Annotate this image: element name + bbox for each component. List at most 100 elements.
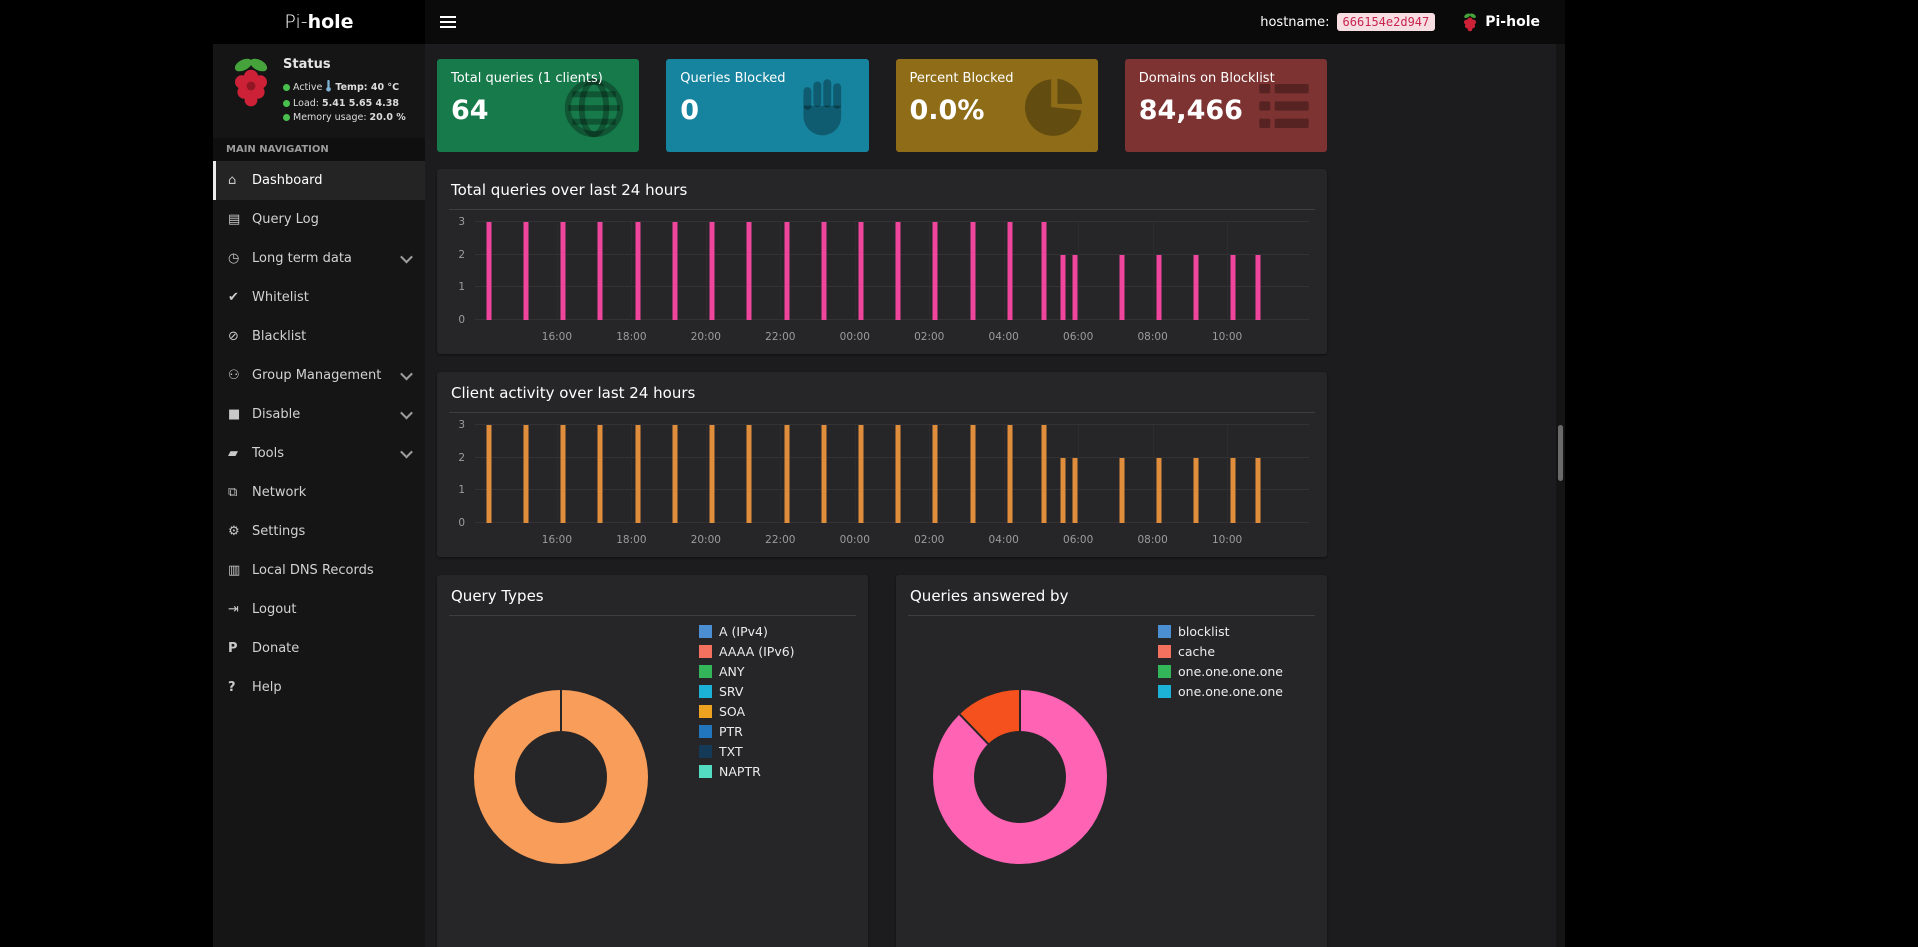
donut-hole [515,731,607,823]
query-bar [486,222,491,320]
sidebar-item-label: Dashboard [252,173,323,188]
hostname-label: hostname: [1260,15,1329,30]
panel-total-queries: Total queries over last 24 hours 0123 16… [437,169,1327,354]
status-load-label: Load: [293,98,319,109]
sidebar-item-blacklist[interactable]: ⊘Blacklist [213,317,425,356]
chevron-down-icon [400,446,413,459]
legend-item-any[interactable]: ANY [699,664,795,679]
chart-legend: A (IPv4) AAAA (IPv6) ANY SRV SOA PTR TXT NAPTR [699,624,795,784]
status-ok-icon [283,100,290,107]
sidebar-item-label: Query Log [252,212,319,227]
y-tick-label: 1 [458,281,465,293]
legend-swatch [699,705,712,718]
gridline [1078,425,1079,523]
legend-item-ptr[interactable]: PTR [699,724,795,739]
status-ok-icon [283,84,290,91]
query-bar [784,425,789,523]
sidebar-item-disable[interactable]: ■Disable [213,395,425,434]
sidebar-item-logout[interactable]: ⇥Logout [213,590,425,629]
gridline [706,425,707,523]
y-axis: 0123 [449,222,470,320]
query-bar [672,425,677,523]
sidebar-item-tools[interactable]: ▰Tools [213,434,425,473]
stat-card-total-queries-1-clients[interactable]: Total queries (1 clients)64 [437,59,639,152]
chevron-down-icon [400,251,413,264]
x-tick-label: 18:00 [616,331,646,343]
query-bar [1231,458,1236,523]
sidebar-item-donate[interactable]: PDonate [213,629,425,668]
legend-item-a-ipv4[interactable]: A (IPv4) [699,624,795,639]
sidebar-item-query-log[interactable]: ▤Query Log [213,200,425,239]
x-tick-label: 22:00 [765,331,795,343]
status-panel: Status Active Temp: 40 °C Load: 5.41 5.6… [213,44,425,138]
sidebar-item-label: Local DNS Records [252,563,374,578]
query-bar [523,222,528,320]
legend-item-txt[interactable]: TXT [699,744,795,759]
legend-item-blocklist[interactable]: blocklist [1158,624,1283,639]
check-circle-icon: ✔ [228,290,252,305]
query-bar [1073,255,1078,320]
scrollbar-thumb[interactable] [1558,425,1563,481]
sidebar-item-network[interactable]: ⧉Network [213,473,425,512]
legend-item-aaaa-ipv6[interactable]: AAAA (IPv6) [699,644,795,659]
legend-item-one-one-one-one[interactable]: one.one.one.one [1158,664,1283,679]
sidebar-item-help[interactable]: ?Help [213,668,425,707]
summary-cards: Total queries (1 clients)64 Queries Block… [437,59,1327,152]
sidebar-item-dashboard[interactable]: ⌂Dashboard [213,161,425,200]
y-tick-label: 1 [458,484,465,496]
sidebar-item-label: Logout [252,602,297,617]
legend-item-soa[interactable]: SOA [699,704,795,719]
answered-by-chart: blocklist cache one.one.one.one one.one.one… [908,624,1315,947]
thermometer-icon [325,79,332,95]
x-tick-label: 20:00 [691,534,721,546]
top-navbar: Pi-hole hostname: 666154e2d947 [213,0,1565,44]
x-axis: 16:0018:0020:0022:0000:0002:0004:0006:00… [475,529,1309,547]
gridline [929,425,930,523]
sidebar-item-group-management[interactable]: ⚇Group Management [213,356,425,395]
panel-title: Client activity over last 24 hours [449,382,1315,413]
sidebar-item-settings[interactable]: ⚙Settings [213,512,425,551]
legend-item-naptr[interactable]: NAPTR [699,764,795,779]
sidebar-item-long-term-data[interactable]: ◷Long term data [213,239,425,278]
card-value: 64 [451,95,625,126]
stat-card-percent-blocked[interactable]: Percent Blocked0.0% [896,59,1098,152]
sidebar-item-local-dns-records[interactable]: ▥Local DNS Records [213,551,425,590]
navbar-right: hostname: 666154e2d947 Pi-hole [1260,12,1565,33]
total-queries-chart: 0123 16:0018:0020:0022:0000:0002:0004:00… [449,216,1315,344]
query-bar [1194,458,1199,523]
sidebar-item-label: Disable [252,407,300,422]
legend-swatch [699,685,712,698]
plot-area [475,222,1309,320]
legend-label: ANY [719,664,745,679]
brand-logo[interactable]: Pi-hole [213,0,425,44]
stat-card-queries-blocked[interactable]: Queries Blocked0 [666,59,868,152]
legend-item-one-one-one-one[interactable]: one.one.one.one [1158,684,1283,699]
status-title: Status [283,57,415,72]
stat-card-domains-on-blocklist[interactable]: Domains on Blocklist84,466 [1125,59,1327,152]
x-tick-label: 08:00 [1137,331,1167,343]
panel-client-activity: Client activity over last 24 hours 0123 … [437,372,1327,557]
sidebar-item-whitelist[interactable]: ✔Whitelist [213,278,425,317]
legend-swatch [1158,665,1171,678]
vertical-scrollbar[interactable] [1556,44,1565,947]
query-bar [1256,255,1261,320]
question-icon: ? [228,680,252,695]
legend-item-srv[interactable]: SRV [699,684,795,699]
query-bar [784,222,789,320]
card-value: 0.0% [910,95,1084,126]
sidebar: Status Active Temp: 40 °C Load: 5.41 5.6… [213,44,425,947]
gridline [855,425,856,523]
gridline [557,425,558,523]
query-bar [933,425,938,523]
legend-item-cache[interactable]: cache [1158,644,1283,659]
sidebar-toggle-button[interactable] [425,0,471,44]
x-tick-label: 00:00 [840,534,870,546]
query-bar [1231,255,1236,320]
x-tick-label: 16:00 [542,534,572,546]
legend-swatch [1158,685,1171,698]
query-bar [821,425,826,523]
y-tick-label: 3 [458,419,465,431]
status-memory-label: Memory usage: [293,112,367,123]
gridline [557,222,558,320]
query-bar [896,425,901,523]
